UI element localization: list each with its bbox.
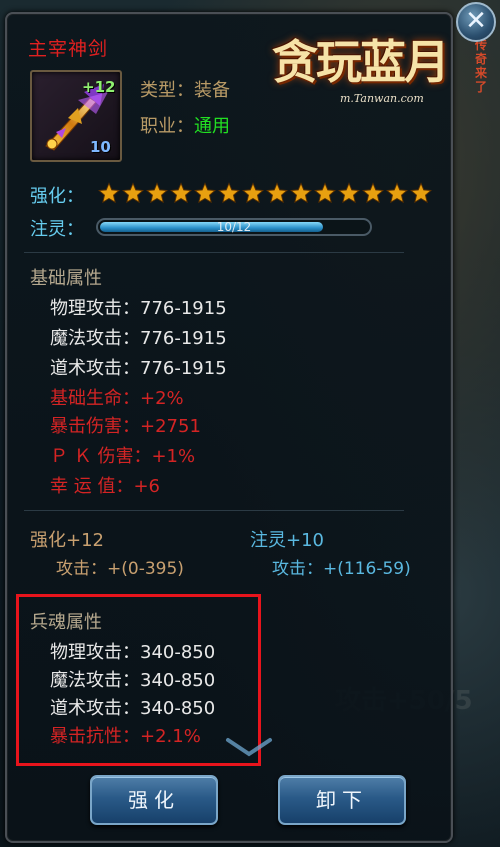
attr-taoist-attack: 道术攻击：776-1915 — [50, 358, 227, 379]
infuse-progress-bar: 10/12 — [96, 218, 372, 236]
base-attributes-title: 基础属性 — [30, 268, 102, 289]
infuse-bonus-attack: 攻击：+(116-59) — [272, 559, 411, 579]
star-icon — [338, 182, 360, 204]
star-icon — [362, 182, 384, 204]
star-icon — [314, 182, 336, 204]
unequip-button[interactable]: 卸下 — [278, 775, 406, 825]
star-icon — [194, 182, 216, 204]
level-badge: 10 — [90, 138, 111, 156]
attr-physical-attack: 物理攻击：776-1915 — [50, 298, 227, 319]
enhance-button[interactable]: 强化 — [90, 775, 218, 825]
divider — [24, 510, 404, 511]
star-icon — [242, 182, 264, 204]
star-icon — [386, 182, 408, 204]
enhance-label: 强化： — [30, 186, 84, 207]
star-icon — [170, 182, 192, 204]
enhance-stars — [98, 182, 432, 206]
infuse-progress-text: 10/12 — [216, 220, 252, 234]
attr-crit-damage: 暴击伤害：+2751 — [50, 416, 201, 437]
attr-luck: 幸 运 值：+6 — [50, 476, 160, 497]
star-icon — [122, 182, 144, 204]
attr-magic-attack: 魔法攻击：776-1915 — [50, 328, 227, 349]
star-icon — [266, 182, 288, 204]
attr-base-hp: 基础生命：+2% — [50, 388, 184, 409]
item-type: 类型：装备 — [140, 80, 230, 101]
enhance-bonus-title: 强化+12 — [30, 530, 104, 551]
enhance-badge: +12 — [82, 78, 116, 96]
star-icon — [410, 182, 432, 204]
divider — [24, 252, 404, 253]
star-icon — [146, 182, 168, 204]
star-icon — [290, 182, 312, 204]
enhance-bonus-attack: 攻击：+(0-395) — [56, 559, 184, 579]
item-icon-slot[interactable]: +12 10 — [30, 70, 122, 162]
item-name: 主宰神剑 — [28, 38, 109, 60]
infuse-label: 注灵： — [30, 219, 84, 240]
infuse-bonus-title: 注灵+10 — [250, 530, 324, 551]
chevron-down-icon[interactable] — [224, 736, 274, 758]
star-icon — [98, 182, 120, 204]
attr-pk-damage: Ｐ Ｋ 伤害：+1% — [50, 446, 196, 467]
close-button[interactable]: ✕ — [456, 2, 496, 42]
close-icon: ✕ — [465, 6, 487, 36]
item-class: 职业：通用 — [140, 116, 230, 137]
star-icon — [218, 182, 240, 204]
